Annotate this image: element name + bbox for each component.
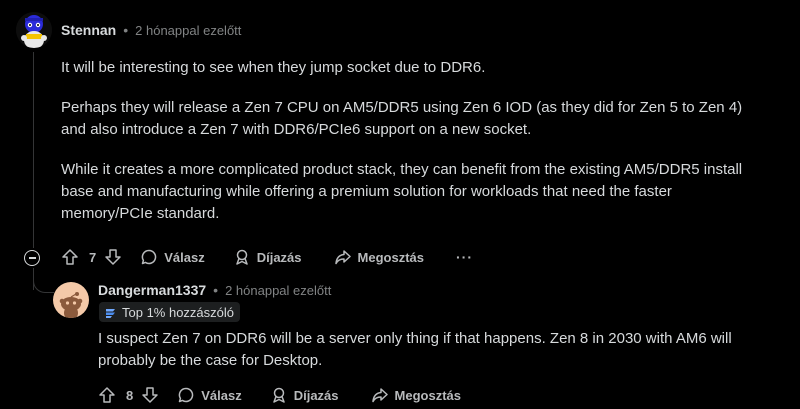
collapse-thread-button[interactable] [24, 250, 40, 266]
timestamp[interactable]: 2 hónappal ezelőtt [135, 23, 241, 38]
comment-paragraph: I suspect Zen 7 on DDR6 will be a server… [98, 330, 732, 369]
vote-count: 7 [89, 249, 97, 265]
separator: • [123, 22, 129, 38]
more-options-button[interactable]: ··· [456, 249, 473, 265]
reply-button[interactable]: Válasz [140, 248, 205, 266]
user-flair-badge: Top 1% hozzászóló [99, 302, 241, 322]
thread-line [33, 52, 34, 248]
comment-header: Dangerman1337 • 2 hónappal ezelőtt [98, 282, 331, 298]
comment-actions: 7 Válasz Díjazás Megosztás ··· [61, 247, 473, 267]
comment-paragraph: Perhaps they will release a Zen 7 CPU on… [61, 99, 743, 138]
comment-paragraph: While it creates a more complicated prod… [61, 161, 743, 222]
username[interactable]: Stennan [61, 22, 116, 38]
reply-button[interactable]: Válasz [177, 386, 242, 404]
snoo-avatar-icon [16, 12, 52, 48]
separator: • [213, 282, 219, 298]
share-label: Megosztás [357, 249, 424, 265]
award-label: Díjazás [256, 249, 302, 265]
award-icon [235, 249, 248, 265]
flair-label: Top 1% hozzászóló [122, 304, 235, 320]
award-label: Díjazás [293, 387, 339, 403]
share-label: Megosztás [394, 387, 461, 403]
comment-bubble-icon [178, 387, 194, 403]
comment-actions: 8 Válasz Díjazás Megosztás [98, 385, 461, 405]
upvote-arrow-icon [62, 249, 78, 265]
award-icon [272, 387, 285, 403]
reply-label: Válasz [201, 387, 242, 403]
downvote-arrow-icon [142, 387, 158, 403]
comment-bubble-icon [141, 249, 157, 265]
upvote-arrow-icon [99, 387, 115, 403]
avatar[interactable] [53, 282, 89, 318]
share-arrow-icon [371, 388, 388, 403]
upvote-button[interactable] [98, 386, 116, 404]
award-button[interactable]: Díjazás [233, 248, 302, 266]
username[interactable]: Dangerman1337 [98, 282, 206, 298]
comment-body: It will be interesting to see when they … [61, 57, 761, 225]
downvote-button[interactable] [104, 248, 122, 266]
award-button[interactable]: Díjazás [270, 386, 339, 404]
default-snoo-avatar-icon [59, 292, 83, 318]
downvote-button[interactable] [141, 386, 159, 404]
share-button[interactable]: Megosztás [334, 248, 424, 266]
comment-paragraph: It will be interesting to see when they … [61, 59, 486, 76]
top-contributor-icon [106, 308, 115, 318]
downvote-arrow-icon [105, 249, 121, 265]
comment-body: I suspect Zen 7 on DDR6 will be a server… [98, 328, 768, 372]
comment-header: Stennan • 2 hónappal ezelőtt [61, 22, 241, 38]
timestamp[interactable]: 2 hónappal ezelőtt [225, 283, 331, 298]
minus-icon [28, 257, 36, 259]
reply-label: Válasz [164, 249, 205, 265]
more-dots-icon: ··· [456, 249, 473, 265]
thread-branch [33, 272, 54, 293]
upvote-button[interactable] [61, 248, 79, 266]
avatar[interactable] [16, 12, 52, 48]
vote-count: 8 [126, 387, 134, 403]
share-button[interactable]: Megosztás [371, 386, 461, 404]
share-arrow-icon [334, 250, 351, 265]
